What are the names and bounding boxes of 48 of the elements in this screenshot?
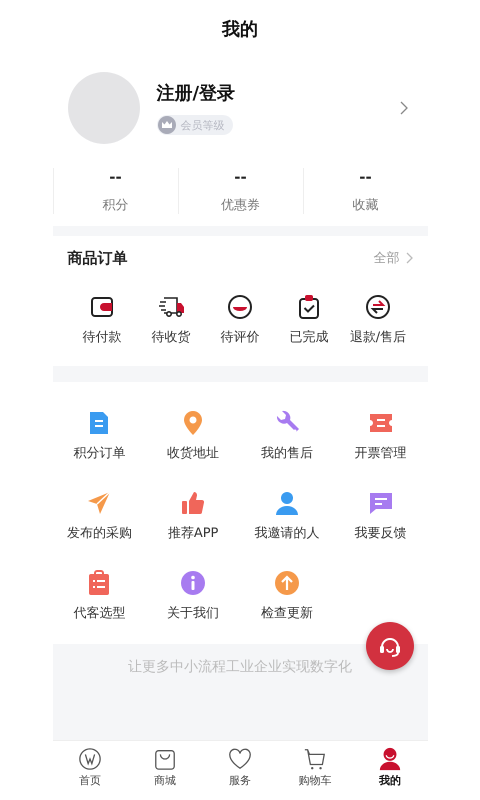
menu-item[interactable]: 发布的采购 — [66, 524, 132, 542]
menu-item[interactable]: 收货地址 — [167, 444, 220, 462]
info-icon — [180, 570, 206, 596]
stat-label[interactable]: 收藏 — [352, 196, 378, 214]
menu-item[interactable]: 代客选型 — [73, 604, 126, 622]
person-icon — [378, 746, 402, 770]
order-status-link[interactable]: 待评价 — [220, 328, 260, 346]
member-level-badge: 会员等级 — [156, 115, 232, 135]
truck-icon — [158, 294, 184, 320]
menu-item[interactable]: 关于我们 — [167, 604, 220, 622]
crown-icon — [158, 116, 176, 134]
page-title: 我的 — [222, 18, 258, 41]
tab-bar-item[interactable]: 我的 — [352, 741, 428, 793]
order-status-link[interactable]: 待付款 — [82, 328, 122, 346]
stat-label[interactable]: 优惠券 — [221, 196, 260, 214]
menu-item[interactable]: 推荐APP — [168, 524, 218, 542]
tab-bar-item[interactable]: 服务 — [202, 741, 278, 793]
tab-bar-item[interactable]: 购物车 — [278, 741, 352, 793]
slogan-text: 让更多中小流程工业企业实现数字化 — [128, 658, 352, 677]
paper-plane-icon — [86, 490, 112, 516]
person-icon — [274, 490, 300, 516]
customer-service-button[interactable] — [366, 622, 414, 670]
chevron-right-icon — [400, 101, 408, 115]
exchange-icon — [365, 294, 391, 320]
login-link[interactable]: 注册/登录 — [156, 81, 400, 105]
tab-bar-item[interactable]: 商城 — [128, 741, 202, 793]
menu-item[interactable]: 开票管理 — [354, 444, 407, 462]
stat-label[interactable]: 积分 — [102, 196, 128, 214]
menu-item[interactable]: 我要反馈 — [354, 524, 407, 542]
chevron-right-icon — [406, 252, 412, 264]
stat-value: -- — [109, 168, 122, 186]
thumbs-up-icon — [180, 490, 206, 516]
cart-icon — [303, 746, 327, 770]
heart-icon — [228, 746, 252, 770]
wallet-icon — [89, 294, 115, 320]
menu-item[interactable]: 检查更新 — [260, 604, 313, 622]
order-status-link[interactable]: 已完成 — [290, 328, 328, 346]
order-status-link[interactable]: 待收货 — [152, 328, 190, 346]
clipboard-check-icon — [296, 294, 322, 320]
chat-icon — [368, 490, 394, 516]
menu-item[interactable]: 积分订单 — [73, 444, 126, 462]
tab-bar-item[interactable]: 首页 — [52, 741, 128, 793]
order-status-link[interactable]: 退款/售后 — [350, 328, 406, 346]
stat-value: -- — [359, 168, 372, 186]
menu-item[interactable]: 我的售后 — [260, 444, 313, 462]
stat-value: -- — [234, 168, 247, 186]
section-title: 商品订单 — [68, 248, 128, 268]
menu-item[interactable]: 我邀请的人 — [254, 524, 320, 542]
